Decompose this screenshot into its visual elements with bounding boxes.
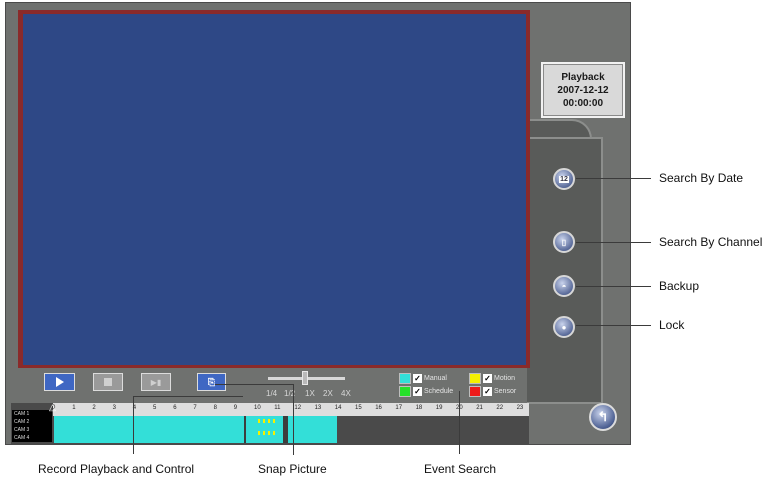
video-display[interactable] [23, 14, 526, 365]
callout-line [133, 396, 134, 454]
callout-line [215, 384, 293, 385]
callout-line [576, 178, 651, 179]
camera-label: CAM 1 [12, 410, 52, 418]
callout-line [576, 325, 651, 326]
playback-status-box: Playback 2007-12-12 00:00:00 [541, 62, 625, 118]
backup-button[interactable]: ◓ [553, 275, 575, 297]
motion-swatch [469, 373, 481, 384]
step-forward-icon: ▶▮ [150, 377, 162, 387]
camera-label: CAM 3 [12, 426, 52, 434]
timeline-hour-label: 10 [254, 405, 261, 411]
timeline-hour-label: 12 [294, 405, 302, 411]
legend-label: Motion [494, 375, 516, 382]
search-by-channel-button[interactable]: ▯ [553, 231, 575, 253]
timeline-hour-label: 19 [435, 405, 443, 411]
callout-line [133, 396, 243, 397]
camera-icon: ⎘ [207, 376, 216, 387]
manual-checkbox[interactable]: ✓ [413, 374, 422, 383]
legend-sensor[interactable]: ✓ Sensor [469, 386, 516, 397]
status-mode: Playback [561, 72, 605, 83]
camera-label: CAM 4 [12, 434, 52, 442]
callout-record-playback: Record Playback and Control [38, 462, 195, 476]
play-button[interactable] [44, 373, 75, 391]
lock-button[interactable]: ● [553, 316, 575, 338]
callout-lock: Lock [659, 318, 685, 332]
callout-snap-picture: Snap Picture [258, 462, 327, 476]
sensor-swatch [469, 386, 481, 397]
timeline-hour-label: 5 [153, 405, 157, 411]
lock-icon: ● [561, 322, 567, 332]
channel-icon: ▯ [561, 237, 567, 247]
legend-label: Manual [424, 375, 447, 382]
snap-picture-button[interactable]: ⎘ [197, 373, 226, 391]
calendar-icon: 12 [559, 175, 569, 183]
motion-marker [258, 419, 276, 423]
legend-label: Sensor [494, 388, 517, 395]
manual-swatch [399, 373, 411, 384]
play-icon [55, 377, 64, 387]
return-arrow-icon: ↰ [597, 409, 609, 424]
stop-icon [104, 378, 112, 386]
callout-line [576, 286, 651, 287]
speed-label: 4X [341, 389, 351, 398]
speed-slider-handle[interactable] [302, 371, 308, 385]
legend-motion[interactable]: ✓ Motion [469, 373, 515, 384]
step-forward-button[interactable]: ▶▮ [141, 373, 171, 391]
callout-backup: Backup [659, 279, 700, 293]
timeline-hour-label: 9 [233, 405, 238, 411]
stop-button[interactable] [93, 373, 123, 391]
timeline-hour-label: 16 [375, 405, 382, 411]
timeline-hour-label: 23 [516, 405, 524, 411]
timeline-hour-label: 6 [173, 405, 177, 411]
sensor-checkbox[interactable]: ✓ [483, 387, 492, 396]
callout-line [293, 384, 294, 455]
schedule-swatch [399, 386, 411, 397]
timeline-hour-label: 14 [334, 405, 342, 411]
timeline-hour-label: 11 [274, 405, 281, 411]
callout-line [459, 391, 460, 454]
status-date: 2007-12-12 [557, 85, 609, 96]
timeline-hour-label: 3 [112, 405, 116, 411]
record-gap [244, 416, 246, 443]
timeline-hour-label: 22 [496, 405, 504, 411]
timeline-hour-label: 15 [355, 405, 362, 411]
speed-label: 1/4 [266, 389, 278, 398]
manual-recording-bar[interactable] [54, 416, 337, 443]
timeline-hour-label: 1 [72, 405, 76, 411]
timeline-hour-label: 7 [193, 405, 197, 411]
callout-event-search: Event Search [424, 462, 497, 476]
motion-checkbox[interactable]: ✓ [483, 374, 492, 383]
timeline-hour-label: 2 [92, 405, 96, 411]
callout-line [576, 242, 651, 243]
timeline-hour-label: 17 [395, 405, 403, 411]
schedule-checkbox[interactable]: ✓ [413, 387, 422, 396]
return-button[interactable]: ↰ [589, 403, 617, 431]
legend-manual[interactable]: ✓ Manual [399, 373, 447, 384]
legend-label: Schedule [424, 388, 454, 395]
timeline-hour-label: 13 [314, 405, 322, 411]
backup-icon: ◓ [561, 281, 567, 291]
timeline-hour-label: 18 [415, 405, 423, 411]
motion-marker [258, 431, 276, 435]
callout-search-by-channel: Search By Channel [659, 235, 763, 249]
search-by-date-button[interactable]: 12 [553, 168, 575, 190]
speed-label: 1X [305, 389, 315, 398]
record-gap [283, 416, 288, 443]
camera-label: CAM 2 [12, 418, 52, 426]
speed-label: 2X [323, 389, 333, 398]
timeline-cursor-icon[interactable]: △ [49, 402, 56, 413]
timeline-hour-label: 8 [213, 405, 217, 411]
timeline-hour-label: 21 [476, 405, 483, 411]
status-time: 00:00:00 [562, 98, 604, 109]
legend-schedule[interactable]: ✓ Schedule [399, 386, 453, 397]
callout-search-by-date: Search By Date [659, 171, 744, 185]
